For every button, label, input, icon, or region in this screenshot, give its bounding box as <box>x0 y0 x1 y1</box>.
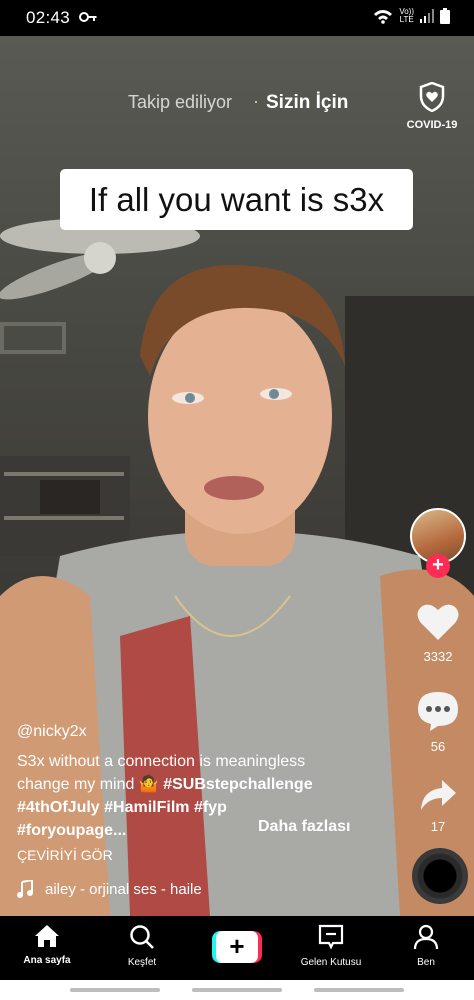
hashtag[interactable]: #foryoupage... <box>17 822 126 839</box>
share-count: 17 <box>430 819 446 834</box>
share-arrow-icon <box>421 780 456 810</box>
nav-profile[interactable]: Ben <box>381 924 471 968</box>
covid-button[interactable]: COVID-19 <box>404 81 460 131</box>
tab-following[interactable]: Takip ediliyor <box>128 92 232 113</box>
key-icon <box>79 12 97 22</box>
music-info[interactable]: ailey - orjinal ses - haile <box>17 880 202 898</box>
bottom-nav: Ana sayfa Keşfet + Gelen Kutusu Ben <box>0 916 474 980</box>
description-line2: change my mind 🤷 #SUBstepchallenge <box>17 773 397 796</box>
gesture-pill-left[interactable] <box>70 988 160 992</box>
tab-for-you[interactable]: Sizin İçin <box>266 92 348 114</box>
video-caption-overlay: If all you want is s3x <box>60 169 413 230</box>
nav-home-label: Ana sayfa <box>23 955 71 966</box>
nav-profile-label: Ben <box>417 957 435 968</box>
volte-line2: LTE <box>399 15 414 24</box>
nav-inbox[interactable]: Gelen Kutusu <box>286 924 376 968</box>
heart-icon <box>417 604 459 640</box>
music-note-icon <box>17 880 33 898</box>
see-more-link[interactable]: Daha fazlası <box>258 818 350 836</box>
see-translation-link[interactable]: ÇEVİRİYİ GÖR <box>17 847 113 863</box>
inbox-icon <box>318 924 344 950</box>
description-line1: S3x without a connection is meaningless <box>17 753 306 770</box>
status-icons: Vo)) LTE <box>373 8 450 24</box>
tab-separator <box>255 101 257 103</box>
hashtag[interactable]: #SUBstepchallenge <box>163 776 312 793</box>
like-count: 3332 <box>423 649 453 664</box>
nav-discover[interactable]: Keşfet <box>97 924 187 968</box>
person-icon <box>413 924 439 950</box>
gesture-pill-right[interactable] <box>314 988 404 992</box>
description-line3: #4thOfJuly #HamilFilm #fyp <box>17 796 397 819</box>
hashtag[interactable]: #4thOfJuly <box>17 799 100 816</box>
gesture-pill-center[interactable] <box>192 988 282 992</box>
volte-indicator: Vo)) LTE <box>399 8 414 24</box>
wifi-icon <box>374 10 393 24</box>
signal-icon <box>420 9 434 23</box>
nav-home[interactable]: Ana sayfa <box>2 924 92 966</box>
status-bar: 02:43 Vo)) LTE <box>0 0 474 36</box>
create-button[interactable]: + <box>212 931 262 963</box>
status-time: 02:43 <box>26 8 71 27</box>
battery-icon <box>440 8 450 24</box>
share-button[interactable]: 17 <box>406 778 470 834</box>
nav-discover-label: Keşfet <box>127 957 157 968</box>
follow-button[interactable]: + <box>426 554 450 578</box>
music-title: ailey - orjinal ses - haile <box>45 880 202 898</box>
comment-button[interactable]: 56 <box>406 690 470 754</box>
comment-count: 56 <box>430 739 446 754</box>
covid-label: COVID-19 <box>406 119 458 131</box>
hashtag[interactable]: #HamilFilm <box>104 799 189 816</box>
like-button[interactable]: 3332 <box>406 602 470 664</box>
username[interactable]: @nicky2x <box>17 720 397 743</box>
comment-icon <box>418 692 458 731</box>
emoji: 🤷 <box>138 776 159 793</box>
system-gesture-bar <box>0 980 474 1000</box>
hashtag[interactable]: #fyp <box>194 799 227 816</box>
music-disc[interactable] <box>412 848 468 904</box>
nav-inbox-label: Gelen Kutusu <box>300 957 362 968</box>
description-text: change my mind <box>17 776 135 793</box>
search-icon <box>130 925 154 949</box>
shield-heart-icon <box>419 81 445 113</box>
home-icon <box>35 925 59 947</box>
plus-icon: + <box>216 931 258 963</box>
